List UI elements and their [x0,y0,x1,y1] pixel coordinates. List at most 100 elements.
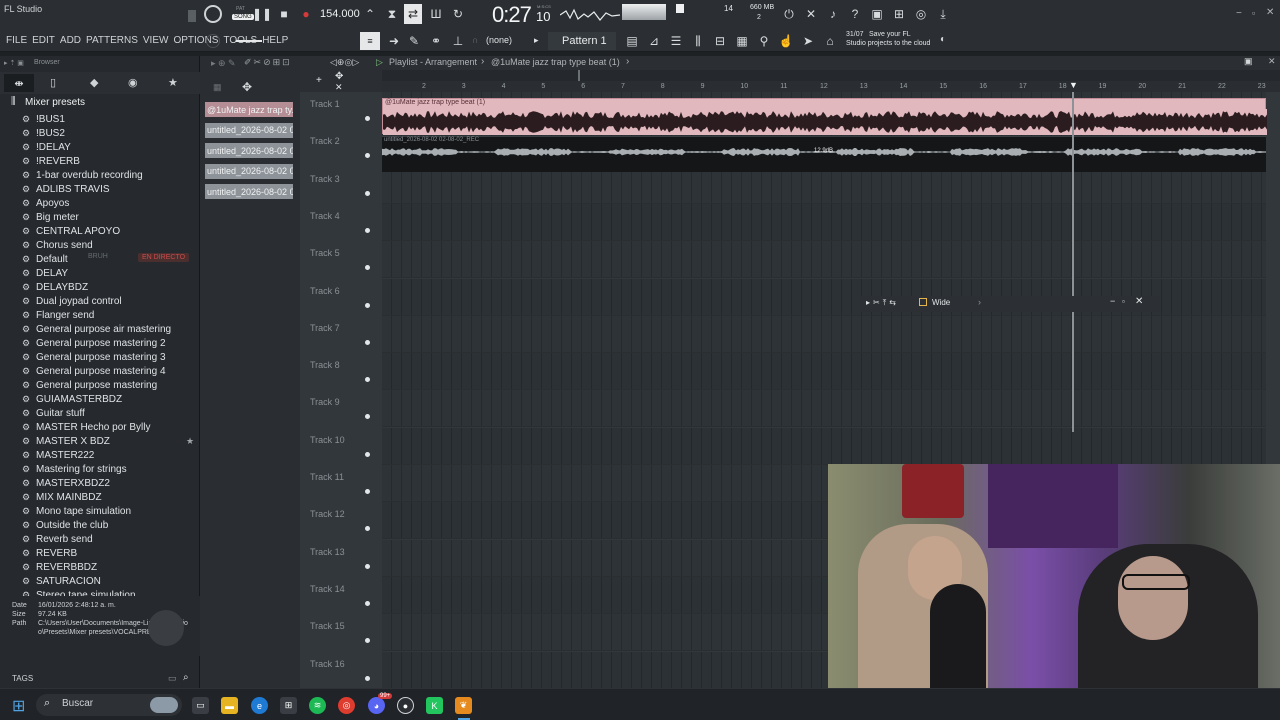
clip-source-item[interactable]: untitled_2026-08-02 02-... [205,163,293,179]
microphone-icon[interactable]: ♪ [825,6,841,22]
track-mute-button[interactable] [365,451,370,457]
arrow-right-icon[interactable]: ➜ [386,33,402,49]
playlist-snap-icon[interactable]: ▣ [1244,56,1253,67]
menu-help[interactable]: HELP [262,35,288,46]
all-files-tab[interactable]: ⇼ [4,74,34,92]
metronome-icon[interactable]: ⌃ [362,6,378,22]
cloud-icon[interactable]: ◐ [940,34,946,45]
plugin-bar-icons[interactable]: ▸✂⤒⇆ [866,298,899,308]
timeline-ruler[interactable]: 2 3 4 5 6 7 8 9 10 11 12 13 14 15 16 17 18 19 20 21 22 23 ▼ [382,70,1280,92]
download-icon[interactable]: ⤓ [935,6,951,22]
plugin-close-icon[interactable]: ✕ [1135,296,1143,307]
track-name[interactable]: Track 1 [310,99,340,109]
playlist-tools-icon-2[interactable]: ◁⊕◎▷ [330,57,359,68]
windows-start-icon[interactable]: ⊞ [12,696,25,716]
picker-list-icon[interactable]: ▸ ⊕ ✎ [211,58,236,69]
browser-icon[interactable]: ⊟ [712,33,728,49]
track-lane[interactable] [382,353,1266,391]
add-track-icon[interactable]: + [316,75,322,86]
plugin-minimize-icon[interactable]: − [1110,296,1115,306]
tools-icon[interactable]: ✕ [803,6,819,22]
magnet-icon[interactable]: ∩ [472,35,478,45]
search-icon[interactable]: ⌕ [183,672,189,683]
preset-item[interactable]: ⚙ 1-bar overdub recording [22,168,143,182]
maximize-icon[interactable]: ▫ [1252,8,1255,18]
menu-edit[interactable]: EDIT [32,35,55,46]
snap-value[interactable]: (none) [486,35,512,45]
track-mute-button[interactable] [365,489,370,494]
project-icon[interactable]: ▦ [734,33,750,49]
preset-item[interactable]: ⚙ Mono tape simulation [22,504,131,518]
song-mode-button[interactable]: SONG [232,14,254,20]
edge-icon[interactable]: e [251,697,268,714]
preset-item[interactable]: ⚙ REVERBBDZ [22,560,97,574]
horizontal-scrollbar[interactable] [382,70,1280,81]
obs-icon[interactable]: ● [397,697,414,714]
stop-icon[interactable]: ■ [276,6,292,22]
pattern-prev-icon[interactable]: ▸ [534,35,539,46]
preset-item[interactable]: ⚙ Guitar stuff [22,406,85,420]
fl-studio-taskbar-icon[interactable]: ❦ [455,697,472,714]
plugin-maximize-icon[interactable]: ▫ [1122,297,1125,306]
preset-item[interactable]: ⚙ Chorus send [22,238,93,252]
preset-item[interactable]: ⚙ DELAY [22,266,68,280]
track-lane[interactable] [382,427,1266,465]
audio-clip-beat[interactable]: @1uMate jazz trap type beat (1) [382,98,1267,135]
main-volume-slider[interactable] [236,40,262,42]
plugin-tab-icon[interactable]: ◆ [90,76,98,89]
preset-item[interactable]: ⚙ Reverb send [22,532,93,546]
track-name[interactable]: Track 4 [310,211,340,221]
help-icon[interactable]: ? [847,6,863,22]
playlist-close-icon[interactable]: ✕ [1268,56,1276,67]
track-name[interactable]: Track 7 [310,323,340,333]
preset-item[interactable]: ⚙ General purpose mastering 4 [22,364,166,378]
preset-next-icon[interactable]: › [978,297,981,307]
wait-input-icon[interactable]: ⧗ [384,6,400,22]
preset-item[interactable]: ⚙ !BUS2 [22,126,65,140]
track-name[interactable]: Track 3 [310,174,340,184]
browser-nav-icon[interactable]: ▸ ⇡ ▣ [4,59,24,67]
preset-item[interactable]: ⚙ MASTER Hecho por Bylly [22,420,150,434]
track-name[interactable]: Track 8 [310,360,340,370]
file-explorer-icon[interactable]: ▬ [221,697,238,714]
track-lane[interactable] [382,241,1266,279]
preset-item[interactable]: ⚙ Default [22,252,68,266]
menu-add[interactable]: ADD [60,35,81,46]
stamp-icon[interactable]: ⊥ [450,33,466,49]
floating-plugin-bar[interactable]: ▸✂⤒⇆ Wide › − ▫ ✕ [860,296,1160,312]
preset-item[interactable]: ⚙ !DELAY [22,140,71,154]
tag-folder-icon[interactable]: ▭ [168,673,177,684]
preset-item[interactable]: ⚙ Outside the club [22,518,108,532]
clip-source-item[interactable]: untitled_2026-08-02 02-... [205,184,293,199]
snap-icon[interactable]: ≡ [360,32,380,50]
pencil-icon[interactable]: ✎ [406,33,422,49]
playhead-marker-icon[interactable]: ▼ [1069,81,1078,90]
favorite-star-icon[interactable]: ★ [186,436,194,447]
clip-source-item[interactable]: @1uMate jazz trap ty... [205,102,293,117]
preset-item[interactable]: ⚙ General purpose air mastering [22,322,171,336]
pat-mode-label[interactable]: PAT [236,6,245,12]
track-name[interactable]: Track 13 [310,547,345,557]
touch-icon[interactable]: ☝ [778,33,794,49]
scroll-thumb[interactable] [578,70,580,81]
preset-item[interactable]: ⚙ General purpose mastering [22,378,157,392]
plugin-icon[interactable]: ⊞ [891,6,907,22]
playlist-current-clip[interactable]: @1uMate jazz trap type beat (1) [491,57,620,67]
preset-item[interactable]: ⚙ MASTERXBDZ2 [22,476,110,490]
preset-item[interactable]: ⚙ General purpose mastering 3 [22,350,166,364]
track-name[interactable]: Track 14 [310,584,345,594]
track-name[interactable]: Track 5 [310,248,340,258]
preset-item[interactable]: ⚙ !REVERB [22,154,80,168]
track-lane[interactable] [382,390,1266,428]
preset-item[interactable]: ⚙ MIX MAINBDZ [22,490,102,504]
track-name[interactable]: Track 10 [310,435,345,445]
track-mute-button[interactable] [365,265,370,271]
blend-notes-icon[interactable]: Ш [428,6,444,22]
tempo-display[interactable]: 154.000 [320,8,360,20]
record-icon[interactable]: ● [298,6,314,22]
preset-item[interactable]: ⚙ REVERB [22,546,77,560]
save-icon[interactable]: ▣ [869,6,885,22]
track-lane[interactable] [382,203,1266,241]
cloud-hint-line2[interactable]: Studio projects to the cloud [846,40,930,47]
play-icon[interactable]: ❚❚ [252,6,272,22]
